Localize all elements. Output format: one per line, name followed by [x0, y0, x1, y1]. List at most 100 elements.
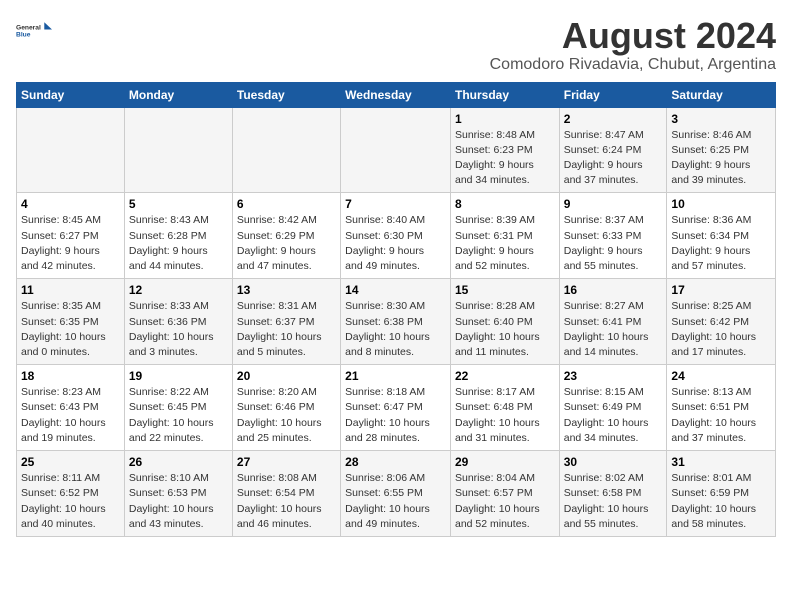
day-number: 4: [21, 197, 120, 211]
day-info: Sunrise: 8:01 AMSunset: 6:59 PMDaylight:…: [671, 471, 771, 532]
calendar-cell: 24 Sunrise: 8:13 AMSunset: 6:51 PMDayligh…: [667, 365, 776, 451]
calendar-cell: 17 Sunrise: 8:25 AMSunset: 6:42 PMDayligh…: [667, 279, 776, 365]
calendar-cell: 3 Sunrise: 8:46 AMSunset: 6:25 PMDaylight…: [667, 107, 776, 193]
column-header-monday: Monday: [124, 82, 232, 107]
calendar-cell: 11 Sunrise: 8:35 AMSunset: 6:35 PMDayligh…: [17, 279, 125, 365]
calendar-cell: 2 Sunrise: 8:47 AMSunset: 6:24 PMDaylight…: [559, 107, 667, 193]
calendar-week-row: 25Sunrise: 8:11 AMSunset: 6:52 PMDayligh…: [17, 451, 776, 537]
calendar-cell: [17, 107, 125, 193]
calendar-title: August 2024: [490, 16, 776, 56]
logo-icon: GeneralBlue: [16, 16, 52, 44]
calendar-cell: 1 Sunrise: 8:48 AMSunset: 6:23 PMDaylight…: [450, 107, 559, 193]
day-info: Sunrise: 8:45 AMSunset: 6:27 PMDaylight:…: [21, 213, 120, 274]
day-info: Sunrise: 8:37 AMSunset: 6:33 PMDaylight:…: [564, 213, 663, 274]
day-number: 23: [564, 369, 663, 383]
day-info: Sunrise: 8:10 AMSunset: 6:53 PMDaylight:…: [129, 471, 228, 532]
day-info: Sunrise: 8:39 AMSunset: 6:31 PMDaylight:…: [455, 213, 555, 274]
day-number: 25: [21, 455, 120, 469]
day-number: 2: [564, 112, 663, 126]
calendar-cell: 8 Sunrise: 8:39 AMSunset: 6:31 PMDaylight…: [450, 193, 559, 279]
calendar-cell: 26Sunrise: 8:10 AMSunset: 6:53 PMDayligh…: [124, 451, 232, 537]
day-number: 20: [237, 369, 336, 383]
day-number: 14: [345, 283, 446, 297]
day-info: Sunrise: 8:33 AMSunset: 6:36 PMDaylight:…: [129, 299, 228, 360]
calendar-cell: 15Sunrise: 8:28 AMSunset: 6:40 PMDayligh…: [450, 279, 559, 365]
day-number: 27: [237, 455, 336, 469]
calendar-cell: 29Sunrise: 8:04 AMSunset: 6:57 PMDayligh…: [450, 451, 559, 537]
day-number: 8: [455, 197, 555, 211]
day-number: 5: [129, 197, 228, 211]
calendar-cell: 31 Sunrise: 8:01 AMSunset: 6:59 PMDayligh…: [667, 451, 776, 537]
calendar-cell: 16Sunrise: 8:27 AMSunset: 6:41 PMDayligh…: [559, 279, 667, 365]
day-info: Sunrise: 8:13 AMSunset: 6:51 PMDaylight:…: [671, 385, 771, 446]
title-block: August 2024 Comodoro Rivadavia, Chubut, …: [490, 16, 776, 74]
day-info: Sunrise: 8:20 AMSunset: 6:46 PMDaylight:…: [237, 385, 336, 446]
calendar-subtitle: Comodoro Rivadavia, Chubut, Argentina: [490, 56, 776, 74]
day-info: Sunrise: 8:46 AMSunset: 6:25 PMDaylight:…: [671, 128, 771, 189]
day-info: Sunrise: 8:47 AMSunset: 6:24 PMDaylight:…: [564, 128, 663, 189]
calendar-cell: 28 Sunrise: 8:06 AMSunset: 6:55 PMDayligh…: [341, 451, 451, 537]
day-info: Sunrise: 8:35 AMSunset: 6:35 PMDaylight:…: [21, 299, 120, 360]
day-number: 22: [455, 369, 555, 383]
day-info: Sunrise: 8:40 AMSunset: 6:30 PMDaylight:…: [345, 213, 446, 274]
column-header-sunday: Sunday: [17, 82, 125, 107]
day-info: Sunrise: 8:22 AMSunset: 6:45 PMDaylight:…: [129, 385, 228, 446]
day-number: 17: [671, 283, 771, 297]
calendar-cell: 20 Sunrise: 8:20 AMSunset: 6:46 PMDayligh…: [232, 365, 340, 451]
calendar-cell: 22 Sunrise: 8:17 AMSunset: 6:48 PMDayligh…: [450, 365, 559, 451]
day-number: 3: [671, 112, 771, 126]
calendar-cell: 23 Sunrise: 8:15 AMSunset: 6:49 PMDayligh…: [559, 365, 667, 451]
calendar-cell: 14Sunrise: 8:30 AMSunset: 6:38 PMDayligh…: [341, 279, 451, 365]
calendar-cell: 4 Sunrise: 8:45 AMSunset: 6:27 PMDaylight…: [17, 193, 125, 279]
calendar-cell: 21Sunrise: 8:18 AMSunset: 6:47 PMDayligh…: [341, 365, 451, 451]
day-info: Sunrise: 8:06 AMSunset: 6:55 PMDaylight:…: [345, 471, 446, 532]
day-number: 24: [671, 369, 771, 383]
day-number: 9: [564, 197, 663, 211]
calendar-week-row: 11 Sunrise: 8:35 AMSunset: 6:35 PMDayligh…: [17, 279, 776, 365]
calendar-cell: 13 Sunrise: 8:31 AMSunset: 6:37 PMDayligh…: [232, 279, 340, 365]
column-header-wednesday: Wednesday: [341, 82, 451, 107]
day-number: 28: [345, 455, 446, 469]
calendar-week-row: 1 Sunrise: 8:48 AMSunset: 6:23 PMDaylight…: [17, 107, 776, 193]
logo: GeneralBlue: [16, 16, 52, 44]
day-number: 30: [564, 455, 663, 469]
calendar-cell: 9 Sunrise: 8:37 AMSunset: 6:33 PMDaylight…: [559, 193, 667, 279]
calendar-cell: [232, 107, 340, 193]
day-info: Sunrise: 8:43 AMSunset: 6:28 PMDaylight:…: [129, 213, 228, 274]
day-number: 13: [237, 283, 336, 297]
day-info: Sunrise: 8:36 AMSunset: 6:34 PMDaylight:…: [671, 213, 771, 274]
day-info: Sunrise: 8:15 AMSunset: 6:49 PMDaylight:…: [564, 385, 663, 446]
day-number: 19: [129, 369, 228, 383]
day-number: 11: [21, 283, 120, 297]
day-info: Sunrise: 8:18 AMSunset: 6:47 PMDaylight:…: [345, 385, 446, 446]
svg-text:General: General: [16, 24, 41, 31]
calendar-cell: 19 Sunrise: 8:22 AMSunset: 6:45 PMDayligh…: [124, 365, 232, 451]
day-info: Sunrise: 8:48 AMSunset: 6:23 PMDaylight:…: [455, 128, 555, 189]
calendar-cell: 18Sunrise: 8:23 AMSunset: 6:43 PMDayligh…: [17, 365, 125, 451]
day-number: 1: [455, 112, 555, 126]
day-number: 10: [671, 197, 771, 211]
day-info: Sunrise: 8:28 AMSunset: 6:40 PMDaylight:…: [455, 299, 555, 360]
calendar-header-row: SundayMondayTuesdayWednesdayThursdayFrid…: [17, 82, 776, 107]
column-header-friday: Friday: [559, 82, 667, 107]
calendar-cell: 30Sunrise: 8:02 AMSunset: 6:58 PMDayligh…: [559, 451, 667, 537]
day-number: 18: [21, 369, 120, 383]
calendar-cell: 27 Sunrise: 8:08 AMSunset: 6:54 PMDayligh…: [232, 451, 340, 537]
calendar-cell: 5 Sunrise: 8:43 AMSunset: 6:28 PMDaylight…: [124, 193, 232, 279]
column-header-saturday: Saturday: [667, 82, 776, 107]
day-info: Sunrise: 8:25 AMSunset: 6:42 PMDaylight:…: [671, 299, 771, 360]
day-info: Sunrise: 8:17 AMSunset: 6:48 PMDaylight:…: [455, 385, 555, 446]
day-info: Sunrise: 8:31 AMSunset: 6:37 PMDaylight:…: [237, 299, 336, 360]
calendar-week-row: 18Sunrise: 8:23 AMSunset: 6:43 PMDayligh…: [17, 365, 776, 451]
day-number: 6: [237, 197, 336, 211]
calendar-cell: 7 Sunrise: 8:40 AMSunset: 6:30 PMDaylight…: [341, 193, 451, 279]
day-number: 31: [671, 455, 771, 469]
calendar-table: SundayMondayTuesdayWednesdayThursdayFrid…: [16, 82, 776, 537]
day-info: Sunrise: 8:42 AMSunset: 6:29 PMDaylight:…: [237, 213, 336, 274]
day-info: Sunrise: 8:08 AMSunset: 6:54 PMDaylight:…: [237, 471, 336, 532]
calendar-cell: 10 Sunrise: 8:36 AMSunset: 6:34 PMDayligh…: [667, 193, 776, 279]
day-number: 16: [564, 283, 663, 297]
calendar-cell: 6 Sunrise: 8:42 AMSunset: 6:29 PMDaylight…: [232, 193, 340, 279]
column-header-thursday: Thursday: [450, 82, 559, 107]
day-number: 7: [345, 197, 446, 211]
